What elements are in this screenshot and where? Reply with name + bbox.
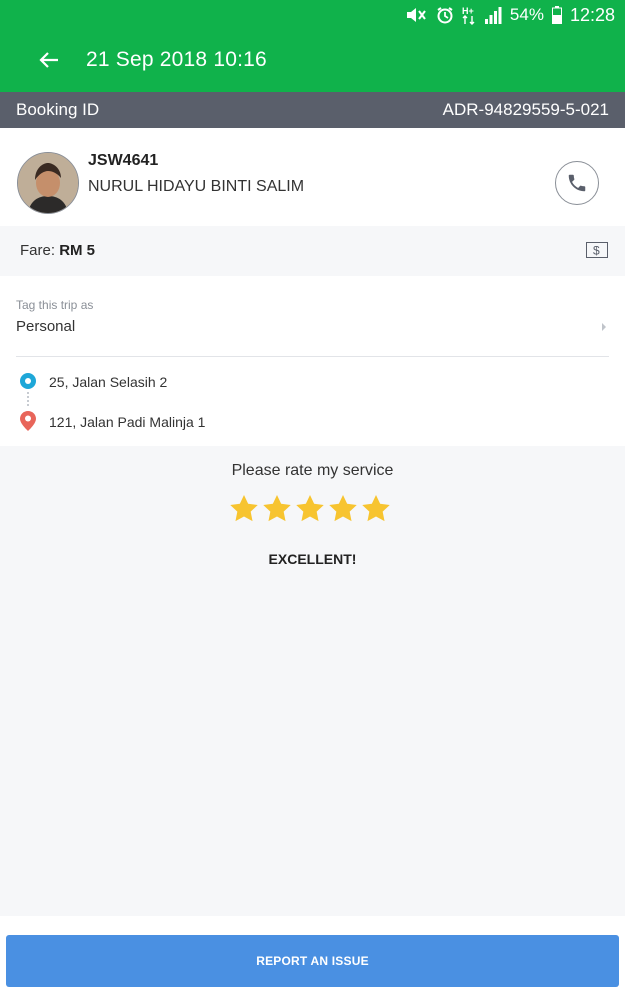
report-issue-button[interactable]: REPORT AN ISSUE <box>6 935 619 987</box>
network-icon: H+ <box>462 5 476 25</box>
page-title: 21 Sep 2018 10:16 <box>86 48 267 71</box>
fare-text: Fare: RM 5 <box>20 242 95 259</box>
star-icon[interactable] <box>327 493 359 530</box>
svg-text:$: $ <box>593 244 600 258</box>
signal-icon <box>484 6 502 24</box>
rating-result: EXCELLENT! <box>268 551 357 567</box>
mute-icon <box>404 5 428 25</box>
phone-icon <box>568 174 586 192</box>
rating-prompt: Please rate my service <box>231 462 394 479</box>
star-icon[interactable] <box>294 493 326 530</box>
star-rating[interactable] <box>228 493 392 530</box>
dropoff-address: 121, Jalan Padi Malinja 1 <box>49 414 206 430</box>
trip-details: Tag this trip as Personal 25, Jalan Sela… <box>0 276 625 446</box>
clock-time: 12:28 <box>569 4 615 25</box>
pickup-address: 25, Jalan Selasih 2 <box>49 374 168 390</box>
tag-trip-value: Personal <box>16 318 76 335</box>
battery-percent: 54% <box>509 5 544 24</box>
chevron-right-icon <box>601 319 607 337</box>
call-driver-button[interactable] <box>555 161 599 205</box>
fare-label: Fare: <box>20 242 56 259</box>
vehicle-plate: JSW4641 <box>88 152 159 169</box>
title-bar: 21 Sep 2018 10:16 <box>0 36 625 84</box>
dropoff-pin-icon <box>20 411 36 436</box>
arrow-left-icon <box>39 52 58 68</box>
star-icon[interactable] <box>360 493 392 530</box>
back-button[interactable] <box>26 40 72 80</box>
battery-icon <box>551 6 562 24</box>
booking-id-bar: Booking ID ADR-94829559-5-021 <box>0 92 625 128</box>
driver-avatar <box>17 152 79 214</box>
divider <box>16 356 609 357</box>
pickup-icon <box>20 373 36 389</box>
tag-trip-label: Tag this trip as <box>16 298 94 312</box>
driver-name: NURUL HIDAYU BINTI SALIM <box>88 178 305 195</box>
route-connector <box>27 392 29 408</box>
driver-card: JSW4641 NURUL HIDAYU BINTI SALIM <box>0 128 625 226</box>
cash-icon: $ <box>586 242 608 263</box>
status-bar: H+ 54% 12:28 <box>404 3 615 27</box>
app-header: H+ 54% 12:28 21 Sep 2018 10:16 <box>0 0 625 92</box>
tag-trip-selector[interactable] <box>0 291 625 353</box>
booking-id-label: Booking ID <box>16 100 100 119</box>
booking-id-value: ADR-94829559-5-021 <box>442 100 609 119</box>
star-icon[interactable] <box>228 493 260 530</box>
star-icon[interactable] <box>261 493 293 530</box>
svg-text:H+: H+ <box>462 6 474 16</box>
alarm-icon <box>436 6 454 24</box>
fare-row: Fare: RM 5 $ <box>0 226 625 276</box>
fare-amount: RM 5 <box>59 242 96 259</box>
